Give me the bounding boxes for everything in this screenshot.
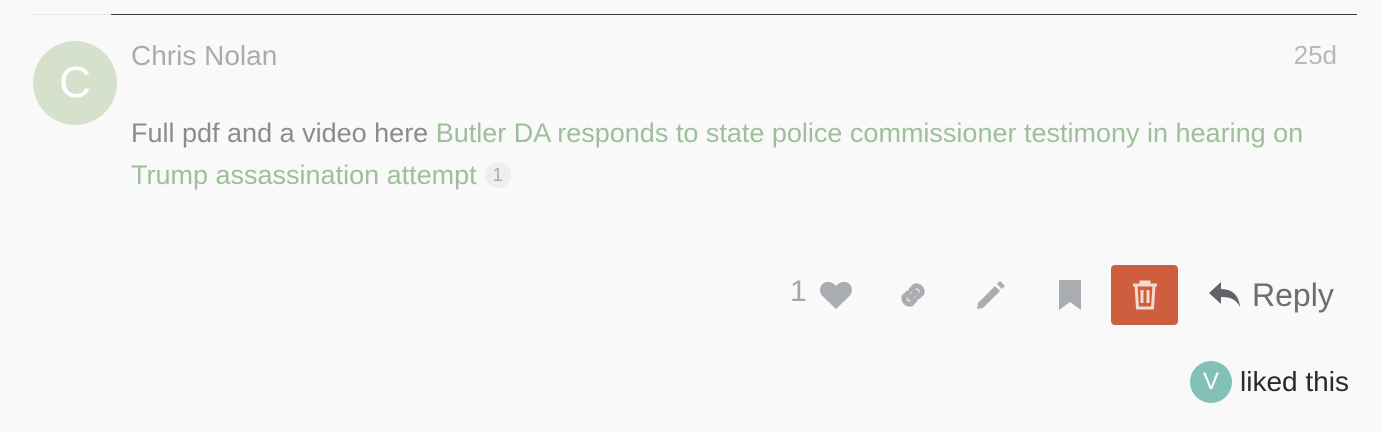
like-button[interactable] (814, 273, 858, 317)
link-icon (901, 283, 925, 307)
bookmark-button[interactable] (1048, 273, 1092, 317)
post-actions: 1 Reply (0, 265, 1382, 325)
bookmark-icon (1059, 280, 1081, 310)
post: C Chris Nolan 25d Full pdf and a video h… (0, 0, 1382, 432)
edit-button[interactable] (968, 273, 1012, 317)
post-body: Full pdf and a video here Butler DA resp… (131, 112, 1321, 196)
link-click-count: 1 (484, 162, 511, 188)
top-divider (111, 14, 1357, 15)
author-username[interactable]: Chris Nolan (131, 40, 277, 72)
reply-label: Reply (1252, 276, 1334, 313)
liked-this-text: liked this (1240, 366, 1349, 397)
reply-button[interactable]: Reply (1208, 273, 1334, 317)
copy-link-button[interactable] (891, 273, 935, 317)
heart-icon (820, 281, 852, 309)
post-date[interactable]: 25d (1294, 40, 1337, 71)
like-count[interactable]: 1 (790, 275, 807, 309)
reply-arrow-icon (1209, 282, 1240, 307)
delete-button[interactable] (1111, 265, 1178, 325)
trash-icon (1132, 280, 1157, 310)
post-body-text: Full pdf and a video here (131, 118, 436, 148)
top-divider-accent (33, 14, 111, 15)
liker-avatar[interactable]: V (1190, 361, 1232, 403)
liked-by-row: V liked this (1190, 360, 1349, 404)
author-avatar[interactable]: C (33, 41, 117, 125)
pencil-icon (977, 281, 1005, 309)
